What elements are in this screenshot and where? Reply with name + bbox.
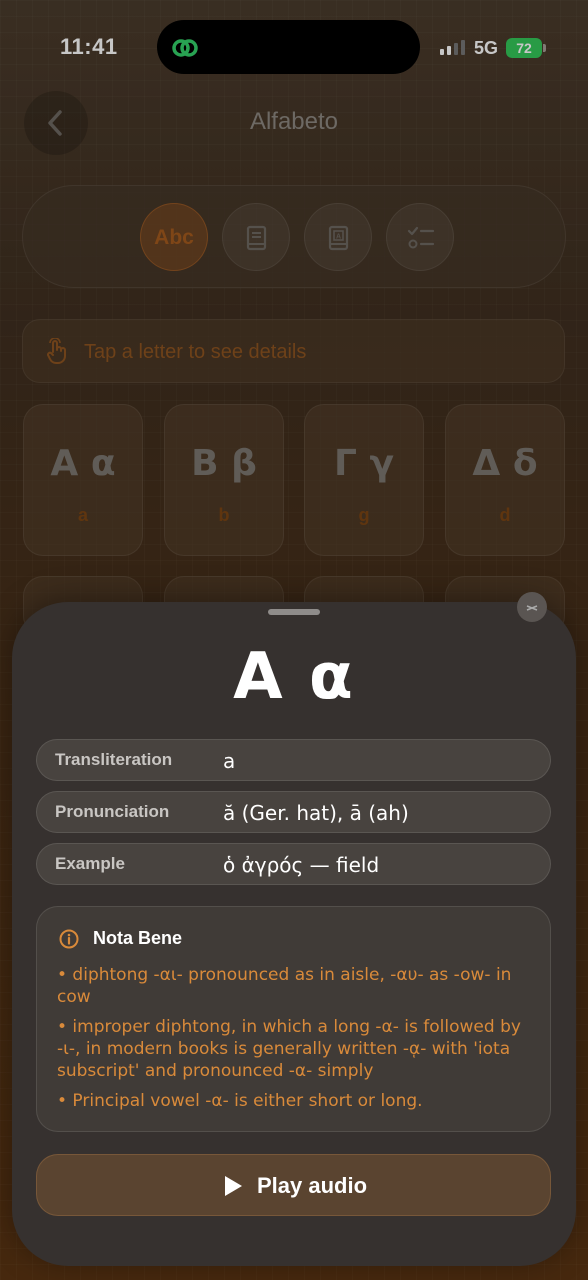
nota-bene-box: Nota Bene • diphtong -αι- pronounced as … xyxy=(36,906,551,1132)
battery-level: 72 xyxy=(516,40,532,56)
book-icon xyxy=(246,225,267,251)
checklist-icon xyxy=(407,226,435,249)
example-row: Example ὁ ἀγρός — field xyxy=(36,843,551,885)
nota-bene-item: • improper diphtong, in which a long -α-… xyxy=(57,1017,521,1081)
pronunciation-row: Pronunciation ă (Ger. hat), ā (ah) xyxy=(36,791,551,833)
letter-card-gamma[interactable]: Γ γ g xyxy=(304,404,424,556)
info-icon xyxy=(59,929,79,949)
letter-glyph: Δ δ xyxy=(472,443,538,484)
dictionary-icon: A xyxy=(328,225,349,251)
battery-icon: 72 xyxy=(506,38,542,58)
letter-glyph: Β β xyxy=(191,443,257,484)
nota-bene-item: • Principal vowel -α- is either short or… xyxy=(57,1091,423,1111)
play-icon xyxy=(225,1176,242,1196)
letter-card-beta[interactable]: Β β b xyxy=(164,404,284,556)
pronunciation-label: Pronunciation xyxy=(55,802,170,821)
link-rings-icon xyxy=(172,39,198,57)
letter-transliteration: b xyxy=(218,505,230,525)
pronunciation-value: ă (Ger. hat), ā (ah) xyxy=(223,801,409,825)
mode-reading-button[interactable] xyxy=(222,203,290,271)
tap-hand-icon xyxy=(47,338,66,364)
close-icon xyxy=(526,605,538,611)
signal-icon xyxy=(440,40,465,55)
letter-glyph: Γ γ xyxy=(334,443,394,484)
sheet-grabber[interactable] xyxy=(268,609,320,615)
page-title: Alfabeto xyxy=(249,108,339,135)
letter-detail-sheet: Α α Transliteration a Pronunciation ă (G… xyxy=(12,602,576,1266)
hint-text: Tap a letter to see details xyxy=(84,341,307,363)
sheet-close-button[interactable] xyxy=(517,592,547,622)
mode-alphabet-button[interactable]: Abc xyxy=(140,203,208,271)
transliteration-value: a xyxy=(223,749,236,773)
letter-transliteration: d xyxy=(499,505,511,525)
abc-text-icon: Abc xyxy=(154,226,194,249)
play-audio-button[interactable]: Play audio xyxy=(36,1154,551,1216)
letter-transliteration: a xyxy=(77,505,88,525)
status-bar: 11:41 5G 72 xyxy=(0,0,588,95)
detail-letter: Α α xyxy=(233,640,355,714)
letter-card-alpha[interactable]: Α α a xyxy=(23,404,143,556)
transliteration-row: Transliteration a xyxy=(36,739,551,781)
letter-transliteration: g xyxy=(358,505,370,525)
play-audio-label: Play audio xyxy=(257,1173,368,1198)
mode-switcher: Abc A xyxy=(22,185,566,288)
letter-glyph: Α α xyxy=(50,443,116,484)
hint-banner: Tap a letter to see details xyxy=(22,319,565,383)
network-type: 5G xyxy=(474,38,499,58)
example-value: ὁ ἀγρός — field xyxy=(223,853,380,877)
example-label: Example xyxy=(55,854,125,873)
dynamic-island xyxy=(157,20,420,74)
svg-text:A: A xyxy=(336,234,341,241)
mode-dictionary-button[interactable]: A xyxy=(304,203,372,271)
nota-bene-title: Nota Bene xyxy=(93,928,183,948)
status-time: 11:41 xyxy=(60,34,118,59)
nota-bene-item: • diphtong -αι- pronounced as in aisle, … xyxy=(57,965,512,1007)
mode-quiz-button[interactable] xyxy=(386,203,454,271)
letter-card-delta[interactable]: Δ δ d xyxy=(445,404,565,556)
battery-tip xyxy=(543,44,546,52)
transliteration-label: Transliteration xyxy=(55,750,173,769)
